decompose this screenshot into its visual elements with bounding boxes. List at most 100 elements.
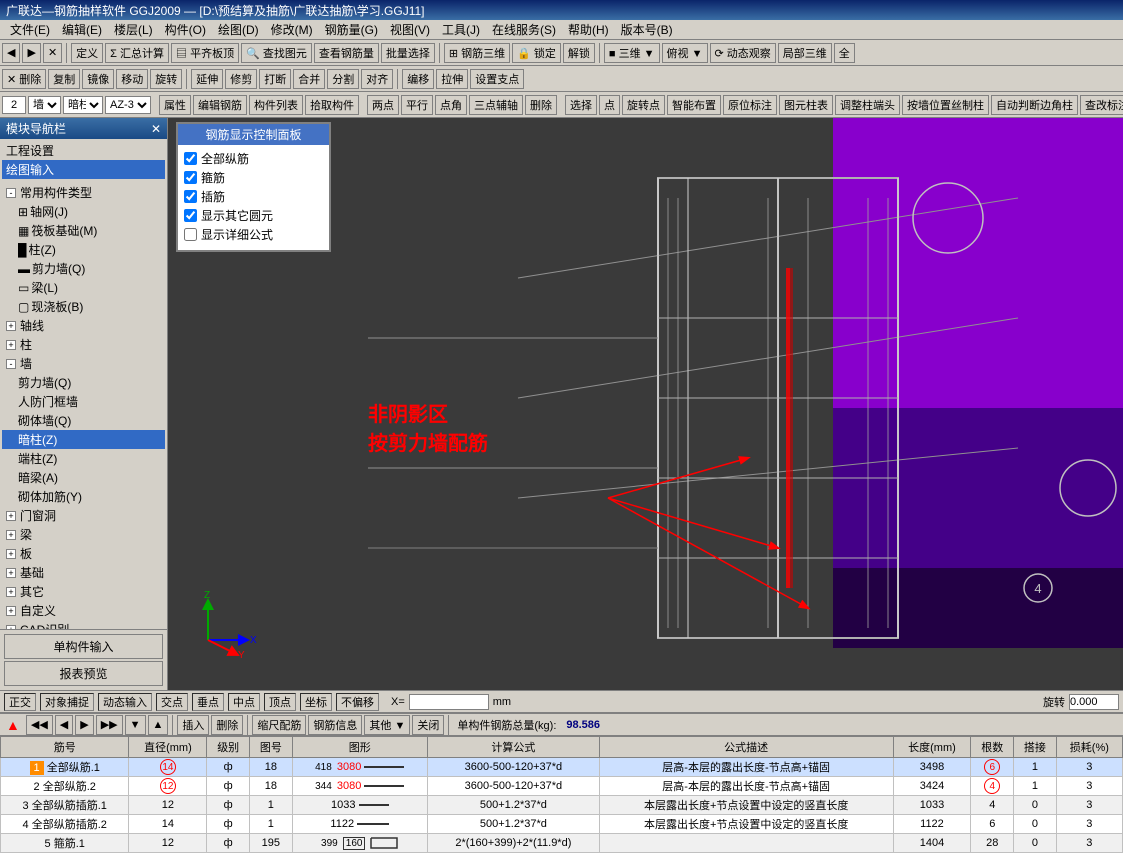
tb-two-point[interactable]: 两点 — [367, 95, 399, 115]
tb-del-row[interactable]: 删除 — [211, 715, 243, 735]
tb-adj-end[interactable]: 调整柱端头 — [835, 95, 900, 115]
sidebar-item-raft[interactable]: ▦ 筏板基础(M) — [2, 221, 165, 240]
cb-other[interactable]: 显示其它圆元 — [184, 206, 323, 225]
tb-find[interactable]: 🔍 查找图元 — [241, 43, 312, 63]
table-row[interactable]: 3 全部纵筋插筋.1 12 ф 1 1033 500+1.2*37*d 本层露出… — [1, 796, 1123, 815]
tb-close-table[interactable]: 关闭 — [412, 715, 444, 735]
tb-offset[interactable]: 编移 — [402, 69, 434, 89]
tb-rebar-3d[interactable]: ⊞ 钢筋三维 — [444, 43, 510, 63]
tb-top-view[interactable]: 俯视 ▼ — [662, 43, 708, 63]
tb-point-angle[interactable]: 点角 — [435, 95, 467, 115]
tb-move[interactable]: 移动 — [116, 69, 148, 89]
menu-tools[interactable]: 工具(J) — [436, 19, 486, 40]
menu-floor[interactable]: 楼层(L) — [108, 19, 159, 40]
tb-smart-place[interactable]: 智能布置 — [667, 95, 721, 115]
tb-extend[interactable]: 延伸 — [191, 69, 223, 89]
tb-level-top[interactable]: ▤ 平齐板顶 — [171, 43, 239, 63]
tb-parallel[interactable]: 平行 — [401, 95, 433, 115]
tb-last[interactable]: ▶▶ — [96, 715, 123, 735]
tb-forward[interactable]: ▶ — [22, 43, 40, 63]
rebar-table-scroll[interactable]: 筋号 直径(mm) 级别 图号 图形 计算公式 公式描述 长度(mm) 根数 搭… — [0, 736, 1123, 853]
sidebar-item-column[interactable]: + 柱 — [2, 335, 165, 354]
tb-prev[interactable]: ◀ — [55, 715, 73, 735]
sidebar-item-engineering[interactable]: 工程设置 — [2, 141, 165, 160]
tb-pick-comp[interactable]: 拾取构件 — [305, 95, 359, 115]
sidebar-item-sw2[interactable]: 剪力墙(Q) — [2, 373, 165, 392]
table-row[interactable]: 2 全部纵筋.2 12 ф 18 344 3080 3600-500-120+3… — [1, 777, 1123, 796]
tb-up[interactable]: ▲ — [148, 715, 169, 735]
sidebar-item-beam[interactable]: ▭ 梁(L) — [2, 278, 165, 297]
tb-break[interactable]: 打断 — [259, 69, 291, 89]
tb-copy[interactable]: 复制 — [48, 69, 80, 89]
sidebar-item-axis[interactable]: ⊞ 轴网(J) — [2, 202, 165, 221]
tb-in-situ[interactable]: 原位标注 — [723, 95, 777, 115]
cb-stirrup-input[interactable] — [184, 171, 197, 184]
status-intersect[interactable]: 交点 — [156, 693, 188, 711]
status-coord[interactable]: 坐标 — [300, 693, 332, 711]
sidebar-item-doorwindow[interactable]: + 门窗洞 — [2, 506, 165, 525]
tb-split[interactable]: 分割 — [327, 69, 359, 89]
status-dynamic[interactable]: 动态输入 — [98, 693, 152, 711]
sidebar-item-endcol[interactable]: 端柱(Z) — [2, 449, 165, 468]
table-row[interactable]: 4 全部纵筋插筋.2 14 ф 1 1122 500+1.2*37*d 本层露出… — [1, 815, 1123, 834]
sidebar-item-wall[interactable]: - 墙 — [2, 354, 165, 373]
status-ortho[interactable]: 正交 — [4, 693, 36, 711]
tb-edit-rebar[interactable]: 编辑钢筋 — [193, 95, 247, 115]
sidebar-item-foundation[interactable]: + 基础 — [2, 563, 165, 582]
tb-trim[interactable]: 修剪 — [225, 69, 257, 89]
tb-other[interactable]: 其他 ▼ — [364, 715, 410, 735]
menu-help[interactable]: 帮助(H) — [562, 19, 615, 40]
cb-all-longitudinal[interactable]: 全部纵筋 — [184, 149, 323, 168]
layer-input[interactable] — [2, 96, 26, 114]
tb-comp-list[interactable]: 构件列表 — [249, 95, 303, 115]
tb-next[interactable]: ▶ — [75, 715, 93, 735]
tb-define[interactable]: 定义 — [71, 43, 103, 63]
status-perp[interactable]: 垂点 — [192, 693, 224, 711]
status-top[interactable]: 顶点 — [264, 693, 296, 711]
cb-insert[interactable]: 插筋 — [184, 187, 323, 206]
tb-3d[interactable]: ■ 三维 ▼ — [604, 43, 660, 63]
table-expand-icon[interactable]: ▲ — [2, 716, 24, 734]
menu-rebar-qty[interactable]: 钢筋量(G) — [319, 19, 384, 40]
tb-batch-select[interactable]: 批量选择 — [381, 43, 435, 63]
tb-check-ann[interactable]: 查改标注 — [1080, 95, 1123, 115]
sidebar-item-axisline[interactable]: + 轴线 — [2, 316, 165, 335]
cb-all-longitudinal-input[interactable] — [184, 152, 197, 165]
tb-rotate-point[interactable]: 旋转点 — [622, 95, 665, 115]
cb-stirrup[interactable]: 箍筋 — [184, 168, 323, 187]
cb-formula[interactable]: 显示详细公式 — [184, 225, 323, 244]
tb-property[interactable]: 属性 — [159, 95, 191, 115]
tb-scale-rebar[interactable]: 缩尺配筋 — [252, 715, 306, 735]
tb-three-point[interactable]: 三点辅轴 — [469, 95, 523, 115]
sidebar-item-other[interactable]: + 其它 — [2, 582, 165, 601]
sidebar-item-beamtree[interactable]: + 梁 — [2, 525, 165, 544]
tb-mirror[interactable]: 镜像 — [82, 69, 114, 89]
tb-set-pivot[interactable]: 设置支点 — [470, 69, 524, 89]
tb-full[interactable]: 全 — [834, 43, 855, 63]
status-mid[interactable]: 中点 — [228, 693, 260, 711]
sidebar-item-draw[interactable]: 绘图输入 — [2, 160, 165, 179]
sidebar-item-slab[interactable]: ▢ 现浇板(B) — [2, 297, 165, 316]
menu-edit[interactable]: 编辑(E) — [56, 19, 108, 40]
tb-delete[interactable]: ✕ 删除 — [2, 69, 46, 89]
tb-rotate[interactable]: 旋转 — [150, 69, 182, 89]
sidebar-item-custom[interactable]: + 自定义 — [2, 601, 165, 620]
sidebar-item-common[interactable]: - 常用构件类型 — [2, 183, 165, 202]
sidebar-item-masonrywall[interactable]: 砌体墙(Q) — [2, 411, 165, 430]
tb-insert[interactable]: 插入 — [177, 715, 209, 735]
tb-local-3d[interactable]: 局部三维 — [778, 43, 832, 63]
subtype-select[interactable]: 暗柱 — [63, 96, 103, 114]
sidebar-item-masonryrebar[interactable]: 砌体加筋(Y) — [2, 487, 165, 506]
tb-stretch[interactable]: 拉伸 — [436, 69, 468, 89]
sidebar-close[interactable]: ✕ — [151, 122, 161, 136]
tb-align[interactable]: 对齐 — [361, 69, 393, 89]
tb-view-rebar[interactable]: 查看钢筋量 — [314, 43, 379, 63]
cb-other-input[interactable] — [184, 209, 197, 222]
tb-auto-corner[interactable]: 自动判断边角柱 — [991, 95, 1078, 115]
tb-rebar-info[interactable]: 钢筋信息 — [308, 715, 362, 735]
tb-del-axis[interactable]: 删除 — [525, 95, 557, 115]
report-preview-btn[interactable]: 报表预览 — [4, 661, 163, 686]
tb-dynamic[interactable]: ⟳ 动态观察 — [710, 43, 776, 63]
tb-first[interactable]: ◀◀ — [26, 715, 53, 735]
sidebar-item-shearwall[interactable]: ▬ 剪力墙(Q) — [2, 259, 165, 278]
